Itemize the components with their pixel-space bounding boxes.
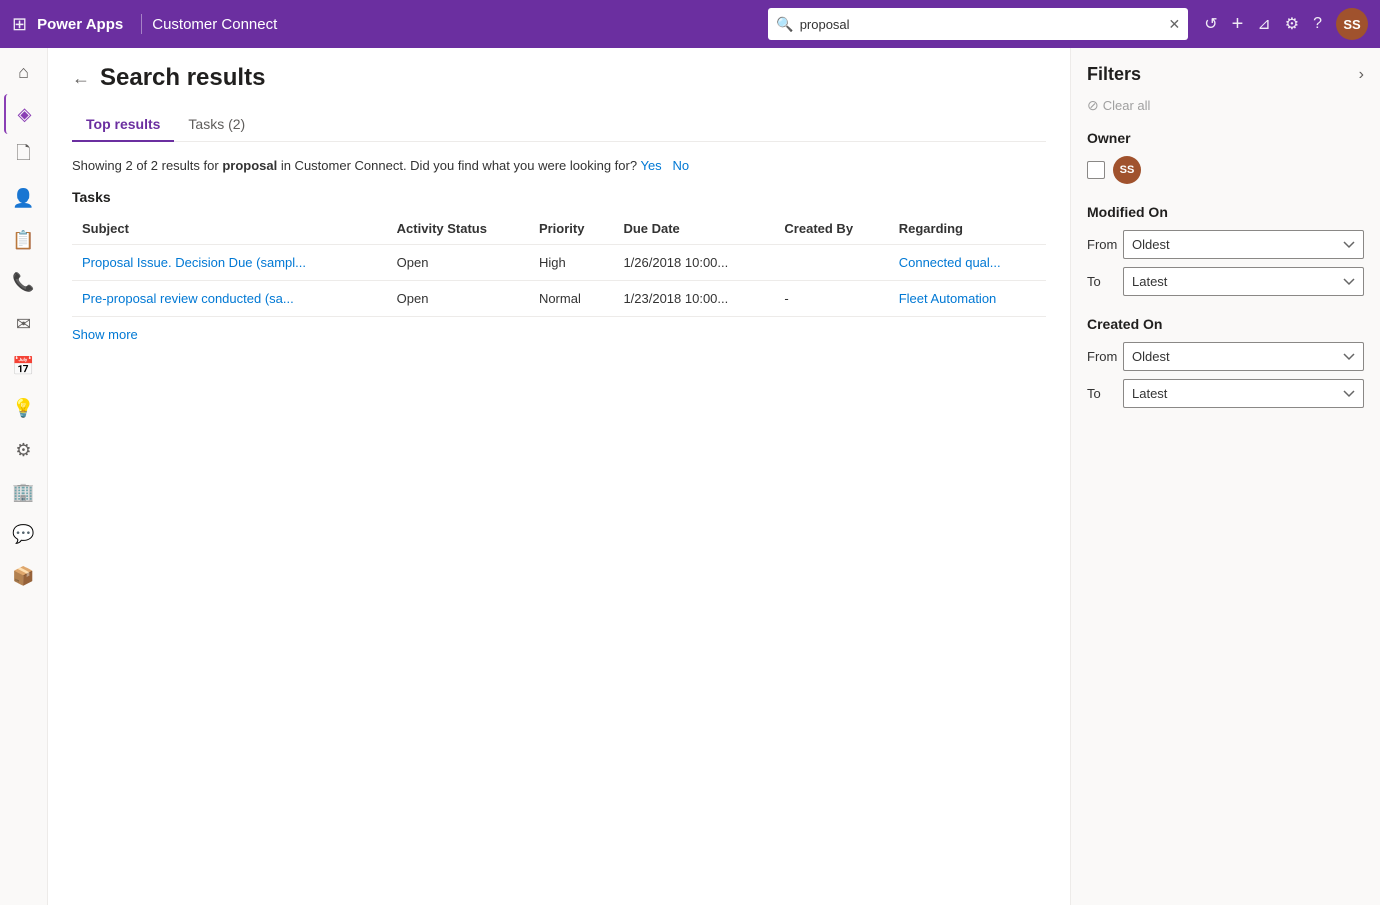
no-link[interactable]: No [673,158,690,173]
col-priority: Priority [529,213,614,245]
col-due-date: Due Date [613,213,774,245]
filter-modified-to-row: To Latest Oldest [1087,267,1364,296]
sidebar-item-active[interactable]: ◈ [4,94,44,134]
results-table: Subject Activity Status Priority Due Dat… [72,213,1046,317]
filter-created-from-label: From [1087,349,1123,364]
sidebar-item-contacts[interactable]: 👤 [4,178,44,218]
row1-activity-status: Open [387,245,529,281]
tab-top-results[interactable]: Top results [72,108,174,142]
filter-clear-label[interactable]: Clear all [1103,98,1151,113]
filter-modified-section: Modified On From Oldest Latest To Latest… [1087,204,1364,296]
search-keyword: proposal [222,158,277,173]
sidebar-item-email[interactable]: ✉ [4,304,44,344]
sidebar-item-packages[interactable]: ⚙ [4,430,44,470]
row1-subject-link[interactable]: Proposal Issue. Decision Due (sampl... [82,255,306,270]
filter-created-to-select[interactable]: Latest Oldest [1123,379,1364,408]
row1-regarding-link[interactable]: Connected qual... [899,255,1001,270]
sidebar-item-insights[interactable]: 💡 [4,388,44,428]
settings-icon[interactable]: ⚙ [1285,14,1299,34]
filter-modified-from-row: From Oldest Latest [1087,230,1364,259]
row2-created-by: - [774,281,888,317]
filter-owner-section: Owner SS [1087,130,1364,184]
filter-clear-row: ⊘ Clear all [1087,97,1364,114]
tabs: Top results Tasks (2) [72,108,1046,142]
sidebar-item-home[interactable]: ⌂ [4,52,44,92]
row2-regarding-link[interactable]: Fleet Automation [899,291,997,306]
filter-created-to-label: To [1087,386,1123,401]
result-info: Showing 2 of 2 results for proposal in C… [72,158,1046,173]
show-more-link[interactable]: Show more [72,327,138,342]
row1-due-date: 1/26/2018 10:00... [613,245,774,281]
body-wrap: ⌂ ◈ 🗋 👤 📋 📞 ✉ 📅 💡 ⚙ 🏢 💬 📦 ← Search resul… [0,48,1380,905]
row2-activity-status: Open [387,281,529,317]
owner-checkbox[interactable] [1087,161,1105,179]
filter-icon[interactable]: ⊿ [1257,14,1270,34]
section-title: Tasks [72,189,1046,205]
search-bar: 🔍 ✕ [768,8,1188,40]
sidebar-item-records[interactable]: 🗋 [4,136,44,176]
topnav: ⊞ Power Apps Customer Connect 🔍 ✕ ↺ + ⊿ … [0,0,1380,48]
filter-modified-from-select[interactable]: Oldest Latest [1123,230,1364,259]
row1-priority: High [529,245,614,281]
filter-clear-icon: ⊘ [1087,97,1099,114]
user-avatar[interactable]: SS [1336,8,1368,40]
filter-created-from-row: From Oldest Latest [1087,342,1364,371]
nav-divider [141,14,142,34]
app-name-2: Customer Connect [152,16,277,33]
tab-tasks[interactable]: Tasks (2) [174,108,259,142]
owner-avatar[interactable]: SS [1113,156,1141,184]
filter-created-title: Created On [1087,316,1364,332]
filter-modified-to-label: To [1087,274,1123,289]
filter-modified-to-select[interactable]: Latest Oldest [1123,267,1364,296]
topnav-actions: ↺ + ⊿ ⚙ ? SS [1204,8,1368,40]
col-regarding: Regarding [889,213,1046,245]
row2-due-date: 1/23/2018 10:00... [613,281,774,317]
sidebar-item-calendar[interactable]: 📅 [4,346,44,386]
filters-header: Filters › [1087,64,1364,85]
row2-priority: Normal [529,281,614,317]
col-subject: Subject [72,213,387,245]
back-button[interactable]: ← [72,68,90,89]
sidebar-item-store[interactable]: 📦 [4,556,44,596]
table-row: Pre-proposal review conducted (sa... Ope… [72,281,1046,317]
clear-search-icon[interactable]: ✕ [1169,16,1181,33]
page-title-row: ← Search results [72,64,1046,92]
search-input[interactable] [800,17,1169,32]
filter-created-section: Created On From Oldest Latest To Latest … [1087,316,1364,408]
filters-title: Filters [1087,64,1141,85]
add-icon[interactable]: + [1232,13,1244,36]
yes-link[interactable]: Yes [640,158,661,173]
filters-chevron-icon[interactable]: › [1359,66,1364,84]
sidebar: ⌂ ◈ 🗋 👤 📋 📞 ✉ 📅 💡 ⚙ 🏢 💬 📦 [0,48,48,905]
col-created-by: Created By [774,213,888,245]
row1-created-by [774,245,888,281]
filter-created-to-row: To Latest Oldest [1087,379,1364,408]
sidebar-item-accounts[interactable]: 🏢 [4,472,44,512]
search-icon: 🔍 [776,16,793,33]
filter-created-from-select[interactable]: Oldest Latest [1123,342,1364,371]
sidebar-item-tasks[interactable]: 📋 [4,220,44,260]
table-row: Proposal Issue. Decision Due (sampl... O… [72,245,1046,281]
main-content: ← Search results Top results Tasks (2) S… [48,48,1070,905]
filter-modified-title: Modified On [1087,204,1364,220]
refresh-icon[interactable]: ↺ [1204,14,1217,34]
filter-owner-row: SS [1087,156,1364,184]
app-name: Power Apps [37,16,123,33]
page-title: Search results [100,64,265,92]
sidebar-item-chat[interactable]: 💬 [4,514,44,554]
sidebar-item-calls[interactable]: 📞 [4,262,44,302]
help-icon[interactable]: ? [1313,15,1322,33]
row2-subject-link[interactable]: Pre-proposal review conducted (sa... [82,291,294,306]
filters-panel: Filters › ⊘ Clear all Owner SS Modified … [1070,48,1380,905]
grid-icon[interactable]: ⊞ [12,14,27,35]
filter-owner-title: Owner [1087,130,1364,146]
col-activity-status: Activity Status [387,213,529,245]
filter-modified-from-label: From [1087,237,1123,252]
